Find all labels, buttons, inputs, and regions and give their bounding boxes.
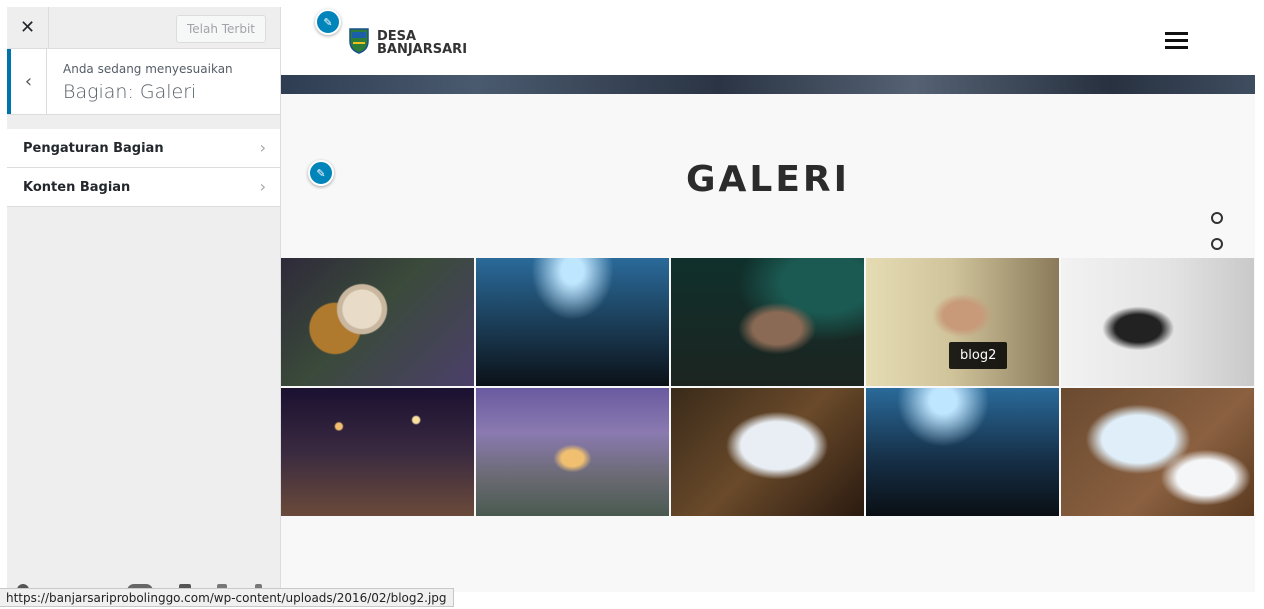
customizer-sidebar: ✕ Telah Terbit ‹ Anda sedang menyesuaika… [7, 7, 281, 592]
hover-tooltip: blog2 [949, 342, 1008, 369]
section-heading: GALERI [685, 159, 851, 200]
panel-label: Pengaturan Bagian [23, 140, 164, 156]
section-header: ‹ Anda sedang menyesuaikan Bagian: Galer… [7, 49, 280, 115]
panel-section-settings[interactable]: Pengaturan Bagian › [7, 129, 280, 168]
gallery-tile[interactable] [476, 388, 669, 516]
gallery-photo [281, 388, 474, 516]
gallery-tile[interactable] [281, 258, 474, 386]
site-name[interactable]: DESA BANJARSARI [377, 30, 467, 56]
site-name-line2: BANJARSARI [377, 42, 468, 57]
hamburger-menu-icon[interactable] [1165, 32, 1188, 50]
gallery-tile[interactable] [1061, 388, 1254, 516]
customizer-header: ✕ Telah Terbit [7, 7, 280, 49]
logo-shield-icon [349, 28, 369, 54]
gallery-photo [476, 388, 669, 516]
edit-pencil-icon[interactable]: ✎ [315, 9, 341, 35]
gallery-tile[interactable] [866, 388, 1059, 516]
gallery-photo [866, 388, 1059, 516]
gallery-photo [1061, 388, 1254, 516]
gallery-tile[interactable] [671, 388, 864, 516]
gallery-photo [671, 388, 864, 516]
gallery-tile[interactable] [1061, 258, 1254, 386]
section-title: Bagian: Galeri [63, 81, 197, 103]
close-icon[interactable]: ✕ [7, 7, 49, 48]
carousel-dot[interactable] [1211, 237, 1223, 250]
site-header: ✎ DESA BANJARSARI [281, 7, 1255, 75]
panel-label: Konten Bagian [23, 179, 131, 195]
site-preview: ✎ DESA BANJARSARI ✎ GALERI blog2 [281, 7, 1255, 592]
gallery-tile[interactable] [476, 258, 669, 386]
customizing-label: Anda sedang menyesuaikan [63, 62, 233, 76]
gallery-photo [281, 258, 474, 386]
status-bar-url: https://banjarsariprobolinggo.com/wp-con… [0, 588, 454, 607]
gallery-tile[interactable] [671, 258, 864, 386]
carousel-dot[interactable] [1211, 212, 1223, 224]
publish-button[interactable]: Telah Terbit [175, 15, 266, 43]
banner-strip [281, 75, 1255, 94]
gallery-photo [1061, 258, 1254, 386]
gallery-photo [476, 258, 669, 386]
gallery-photo [671, 258, 864, 386]
chevron-right-icon: › [259, 177, 266, 196]
panel-section-content[interactable]: Konten Bagian › [7, 168, 280, 207]
gallery-grid [281, 258, 1255, 518]
back-arrow-icon[interactable]: ‹ [7, 49, 47, 114]
gallery-tile[interactable] [281, 388, 474, 516]
chevron-right-icon: › [259, 138, 266, 157]
